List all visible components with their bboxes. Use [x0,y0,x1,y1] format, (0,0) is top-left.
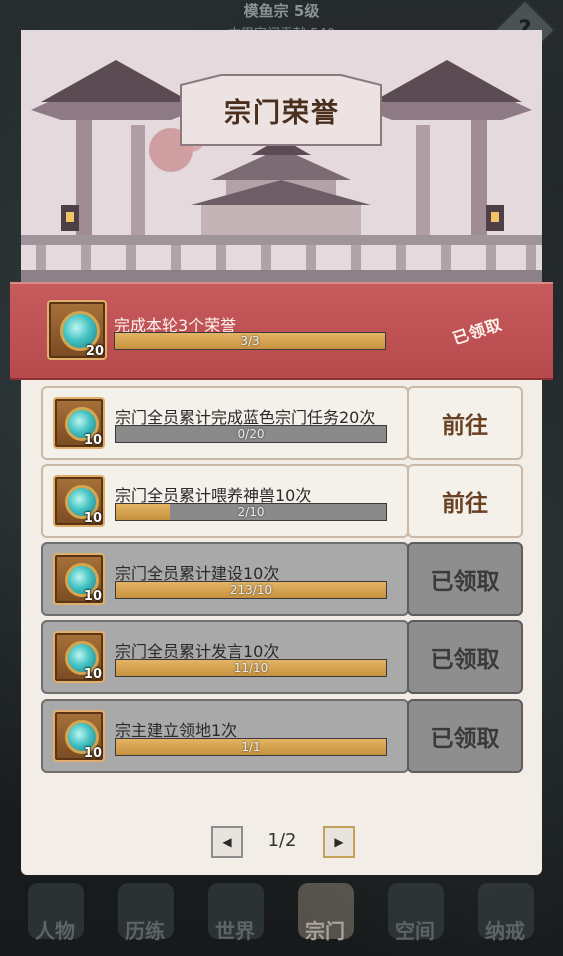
temple-banner [21,30,542,282]
reward-count: 10 [83,511,102,526]
progress-text: 0/20 [237,427,265,441]
progress-bar: 1/1 [115,738,387,756]
nav-tab[interactable]: 历练 [110,883,180,953]
reward-icon-slot[interactable]: 10 [53,553,105,605]
nav-tab-label: 宗门 [305,919,345,943]
claimed-button[interactable]: 已领取 [407,542,523,616]
claimed-button[interactable]: 已领取 [407,620,523,694]
task-row: 10 宗门全员累计发言10次 11/10 [41,620,409,694]
task-row: 10 宗门全员累计完成蓝色宗门任务20次 0/20 [41,386,409,460]
progress-bar: 3/3 [114,332,386,350]
nav-tab-label: 纳戒 [485,919,525,943]
panel-title: 宗门荣誉 [171,78,393,142]
nav-tab[interactable]: 宗门 [290,883,360,953]
progress-bar: 11/10 [115,659,387,677]
task-row: 10 宗主建立领地1次 1/1 [41,699,409,773]
reward-count: 10 [83,589,102,604]
progress-text: 1/1 [241,740,261,754]
progress-bar: 213/10 [115,581,387,599]
reward-icon-slot[interactable]: 10 [53,397,105,449]
reward-count: 10 [83,667,102,682]
triangle-right-icon: ▶ [334,835,344,849]
reward-count: 20 [85,344,104,359]
nav-tab-label: 空间 [395,919,435,943]
progress-bar: 2/10 [115,503,387,521]
go-button[interactable]: 前往 [407,386,523,460]
reward-icon-slot[interactable]: 20 [47,300,107,360]
triangle-left-icon: ◀ [222,835,232,849]
nav-tab[interactable]: 人物 [20,883,90,953]
reward-icon-slot[interactable]: 10 [53,631,105,683]
task-row: 10 宗门全员累计喂养神兽10次 2/10 [41,464,409,538]
next-page-button[interactable]: ▶ [323,826,355,858]
task-row: 10 宗门全员累计建设10次 213/10 [41,542,409,616]
temple-illustration-icon [21,30,542,282]
nav-tab-label: 世界 [215,919,255,943]
progress-text: 11/10 [233,661,269,675]
go-button[interactable]: 前往 [407,464,523,538]
page-indicator: 1/2 [267,830,297,851]
nav-tab[interactable]: 空间 [380,883,450,953]
nav-tab[interactable]: 世界 [200,883,270,953]
bottom-nav: 人物 历练 世界 宗门 空间 纳戒 [0,875,563,956]
reward-icon-slot[interactable]: 10 [53,475,105,527]
nav-tab-label: 人物 [35,919,75,943]
reward-count: 10 [83,433,102,448]
claimed-button[interactable]: 已领取 [407,699,523,773]
prev-page-button[interactable]: ◀ [211,826,243,858]
nav-tab[interactable]: 纳戒 [470,883,540,953]
reward-count: 10 [83,746,102,761]
round-completion-row: 20 完成本轮3个荣誉 3/3 已领取 [10,282,553,380]
progress-bar: 0/20 [115,425,387,443]
progress-text: 2/10 [237,505,265,519]
progress-text: 213/10 [229,583,273,597]
reward-icon-slot[interactable]: 10 [53,710,105,762]
sect-name-level: 模鱼宗 5级 [243,2,320,20]
claimed-stamp: 已领取 [450,314,505,349]
progress-text: 3/3 [240,334,260,348]
panel-title-text: 宗门荣誉 [224,97,340,129]
nav-tab-label: 历练 [125,919,165,943]
